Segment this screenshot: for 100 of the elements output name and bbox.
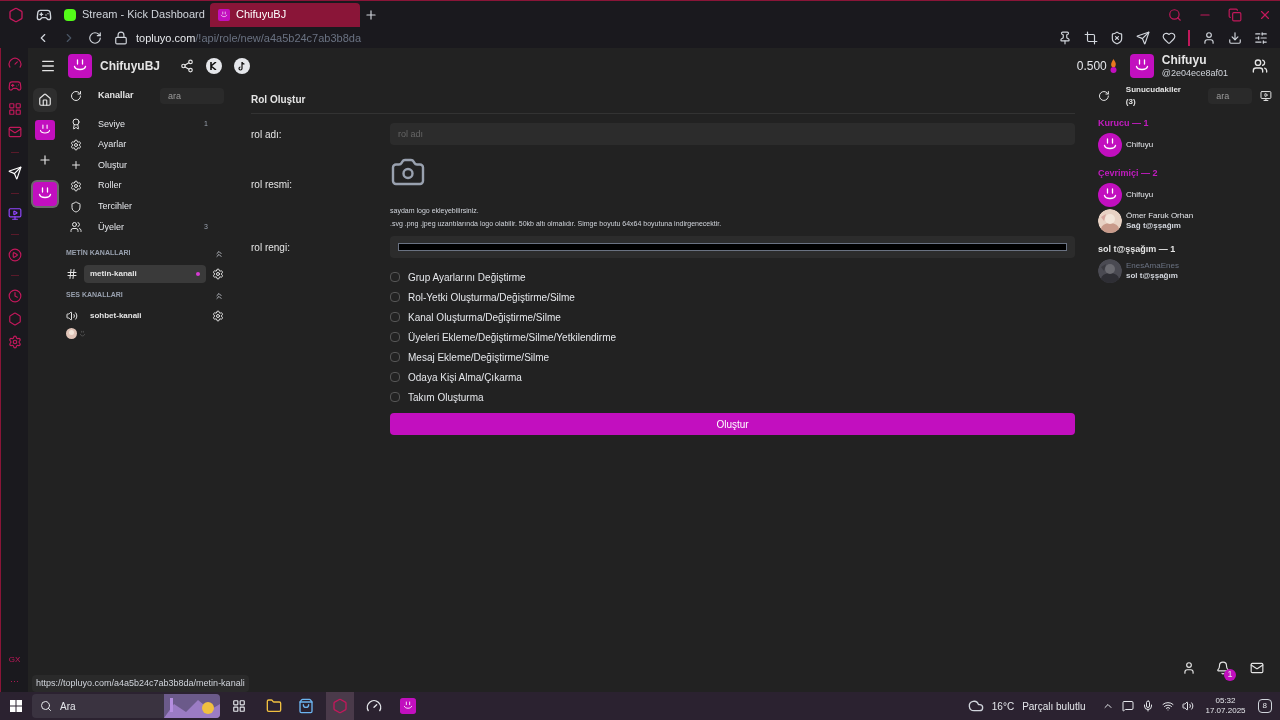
menu-icon[interactable] xyxy=(40,58,56,74)
menu-item[interactable]: Ayarlar xyxy=(62,134,224,156)
checkbox[interactable] xyxy=(390,332,400,342)
checkbox[interactable] xyxy=(390,312,400,322)
smiley-icon xyxy=(79,329,86,337)
snapshot-icon[interactable] xyxy=(1084,31,1098,45)
gear-icon xyxy=(70,180,82,193)
hash-icon xyxy=(66,267,78,280)
search-field[interactable]: ara xyxy=(160,88,224,104)
microphone-icon[interactable] xyxy=(1141,700,1154,712)
browser-tab[interactable]: ChifuyuBJ xyxy=(210,2,360,27)
speed-dial-icon[interactable] xyxy=(7,56,22,70)
send-icon[interactable] xyxy=(1136,31,1150,45)
shield-icon xyxy=(70,200,82,213)
group-title: sol t@şşağım — 1 xyxy=(1098,243,1176,257)
twitch-icon[interactable] xyxy=(7,207,22,221)
new-tab-icon[interactable] xyxy=(364,7,378,22)
stream-icon[interactable] xyxy=(1260,90,1272,102)
users-icon xyxy=(70,221,82,234)
member-avatar xyxy=(1098,133,1122,157)
member-item[interactable]: Chifuyu xyxy=(1098,182,1272,208)
kick-icon[interactable] xyxy=(206,58,222,74)
weather-text: Parçalı bulutlu xyxy=(1022,699,1086,714)
balance-label: 0.500 xyxy=(1076,58,1107,75)
extensions-icon[interactable] xyxy=(7,312,22,326)
plus-icon xyxy=(38,153,52,167)
refresh-icon[interactable] xyxy=(70,90,82,102)
menu-item[interactable]: Tercihler xyxy=(62,196,224,217)
checkbox[interactable] xyxy=(390,272,400,282)
weather-icon xyxy=(967,698,984,714)
gear-icon xyxy=(70,138,82,151)
reload-icon[interactable] xyxy=(88,31,102,45)
network-icon[interactable] xyxy=(1161,700,1174,712)
channel-item[interactable]: sohbet-kanali xyxy=(84,306,206,325)
field-label: rol rengi: xyxy=(251,240,291,255)
search-icon[interactable] xyxy=(1168,7,1182,22)
taskbar-search-field[interactable]: Ara xyxy=(32,694,220,718)
browser-tab[interactable]: Stream - Kick Dashboard xyxy=(56,2,206,27)
channel-item[interactable]: metin-kanali xyxy=(84,264,206,283)
tiktok-icon[interactable] xyxy=(234,58,250,74)
group-title: Çevrimiçi — 2 xyxy=(1098,167,1158,181)
checkbox[interactable] xyxy=(390,292,400,302)
volume-icon[interactable] xyxy=(1181,700,1194,712)
field-label: rol resmi: xyxy=(251,177,293,192)
field-label: rol adı: xyxy=(251,127,283,142)
smiley-icon xyxy=(400,698,416,714)
download-icon[interactable] xyxy=(1228,31,1242,45)
members-title: Sunucudakiler (3) xyxy=(1125,84,1182,108)
member-item[interactable]: Ömer Faruk Orhan Sağ t@şşağım xyxy=(1098,208,1272,234)
badge-icon xyxy=(70,118,82,131)
grid-icon[interactable] xyxy=(7,102,22,116)
file-explorer-icon[interactable] xyxy=(266,698,282,714)
temperature: 16°C xyxy=(991,699,1015,714)
pin-icon[interactable] xyxy=(1058,31,1072,45)
member-item[interactable]: EnesAmaEnes sol t@şşağım xyxy=(1098,258,1272,284)
menu-item[interactable]: Oluştur xyxy=(62,155,224,176)
share-icon[interactable] xyxy=(180,59,194,73)
app-icon[interactable] xyxy=(366,698,382,714)
refresh-icon[interactable] xyxy=(1098,90,1110,102)
adblock-icon[interactable] xyxy=(1110,31,1124,45)
checkbox[interactable] xyxy=(390,372,400,382)
tray-icon[interactable] xyxy=(1121,700,1134,712)
profile-icon[interactable] xyxy=(1182,661,1196,675)
browser-logo-icon xyxy=(332,698,348,714)
permission-label: Mesaj Ekleme/Değiştirme/Silme xyxy=(408,350,550,365)
profile-icon[interactable] xyxy=(1202,31,1216,45)
player-icon[interactable] xyxy=(7,248,22,262)
checkbox[interactable] xyxy=(390,392,400,402)
members-icon[interactable] xyxy=(1252,58,1268,74)
notifications-icon[interactable] xyxy=(1216,661,1230,675)
start-icon[interactable] xyxy=(10,700,22,712)
collapse-icon[interactable] xyxy=(214,248,224,259)
clock-date: 17.07.2025 xyxy=(1205,706,1246,716)
server-button[interactable] xyxy=(31,180,59,208)
settings-icon[interactable] xyxy=(1254,31,1268,45)
permission-label: Rol-Yetki Oluşturma/Değiştirme/Silme xyxy=(408,290,575,305)
smiley-icon xyxy=(33,182,57,206)
permission-label: Üyeleri Ekleme/Değiştirme/Silme/Yetkilendirme xyxy=(408,330,617,345)
gx-label: GX xyxy=(8,653,21,666)
plus-icon xyxy=(70,159,82,172)
checkbox[interactable] xyxy=(390,352,400,362)
color-field[interactable] xyxy=(390,236,1075,258)
restore-icon[interactable] xyxy=(1228,7,1242,22)
search-field[interactable]: ara xyxy=(1208,88,1253,104)
heart-icon[interactable] xyxy=(1162,31,1176,45)
channels-title: Kanallar xyxy=(98,89,134,103)
member-item[interactable]: Chifuyu xyxy=(1098,132,1272,158)
notification-center-button[interactable]: 8 xyxy=(1257,699,1272,713)
notification-badge: 1 xyxy=(1224,669,1236,681)
store-icon[interactable] xyxy=(298,698,314,714)
collapse-icon[interactable] xyxy=(214,290,224,301)
history-icon[interactable] xyxy=(7,289,22,303)
address-field[interactable]: topluyo.com/!api/role/new/a4a5b24c7ab3b8da xyxy=(136,29,362,47)
home-button[interactable] xyxy=(33,88,57,112)
browser-logo-icon[interactable] xyxy=(8,6,24,23)
task-view-icon[interactable] xyxy=(232,699,246,713)
menu-item[interactable]: Roller xyxy=(62,175,224,197)
submit-button[interactable]: Oluştur xyxy=(390,413,1075,435)
server-logo-icon xyxy=(68,54,92,78)
speaker-icon xyxy=(66,309,78,322)
